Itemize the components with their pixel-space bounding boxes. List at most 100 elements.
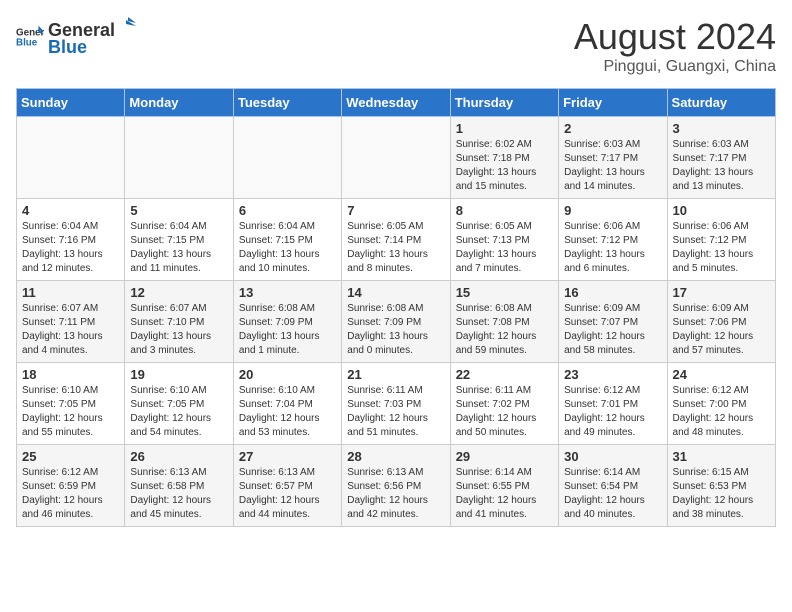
day-number: 26 — [130, 449, 227, 464]
day-number: 12 — [130, 285, 227, 300]
day-number: 19 — [130, 367, 227, 382]
weekday-header-wednesday: Wednesday — [342, 89, 450, 117]
calendar-day-27: 27 Sunrise: 6:13 AM Sunset: 6:57 PM Dayli… — [233, 445, 341, 527]
weekday-header-thursday: Thursday — [450, 89, 558, 117]
title-block: August 2024 Pinggui, Guangxi, China — [574, 16, 776, 76]
weekday-header-friday: Friday — [559, 89, 667, 117]
calendar-empty-cell — [125, 117, 233, 199]
calendar-day-7: 7 Sunrise: 6:05 AM Sunset: 7:14 PM Daylig… — [342, 199, 450, 281]
svg-text:Blue: Blue — [16, 37, 38, 48]
day-info: Sunrise: 6:12 AM Sunset: 7:00 PM Dayligh… — [673, 384, 770, 440]
calendar-day-1: 1 Sunrise: 6:02 AM Sunset: 7:18 PM Daylig… — [450, 117, 558, 199]
day-number: 5 — [130, 203, 227, 218]
day-info: Sunrise: 6:12 AM Sunset: 6:59 PM Dayligh… — [22, 466, 119, 522]
day-number: 31 — [673, 449, 770, 464]
calendar-day-28: 28Sunrise: 6:13 AM Sunset: 6:56 PM Dayli… — [342, 445, 450, 527]
day-info: Sunrise: 6:08 AM Sunset: 7:08 PM Dayligh… — [456, 302, 553, 358]
page-header: General Blue General Blue August 2024 Pi… — [16, 16, 776, 76]
calendar-empty-cell — [17, 117, 125, 199]
calendar-day-25: 25 Sunrise: 6:12 AM Sunset: 6:59 PM Dayli… — [17, 445, 125, 527]
day-number: 30 — [564, 449, 661, 464]
day-number: 9 — [564, 203, 661, 218]
calendar-title: August 2024 — [574, 16, 776, 58]
day-number: 6 — [239, 203, 336, 218]
day-info: Sunrise: 6:05 AM Sunset: 7:14 PM Dayligh… — [347, 220, 444, 276]
day-number: 22 — [456, 367, 553, 382]
day-number: 21 — [347, 367, 444, 382]
calendar-day-4: 4 Sunrise: 6:04 AM Sunset: 7:16 PM Daylig… — [17, 199, 125, 281]
day-info: Sunrise: 6:10 AM Sunset: 7:04 PM Dayligh… — [239, 384, 336, 440]
day-number: 10 — [673, 203, 770, 218]
weekday-header-sunday: Sunday — [17, 89, 125, 117]
weekday-header-monday: Monday — [125, 89, 233, 117]
day-info: Sunrise: 6:04 AM Sunset: 7:16 PM Dayligh… — [22, 220, 119, 276]
calendar-table: SundayMondayTuesdayWednesdayThursdayFrid… — [16, 88, 776, 527]
logo-bird-icon — [116, 16, 136, 36]
calendar-day-14: 14 Sunrise: 6:08 AM Sunset: 7:09 PM Dayli… — [342, 281, 450, 363]
day-info: Sunrise: 6:05 AM Sunset: 7:13 PM Dayligh… — [456, 220, 553, 276]
calendar-week-row: 18 Sunrise: 6:10 AM Sunset: 7:05 PM Dayli… — [17, 363, 776, 445]
day-number: 13 — [239, 285, 336, 300]
day-number: 23 — [564, 367, 661, 382]
day-info: Sunrise: 6:14 AM Sunset: 6:55 PM Dayligh… — [456, 466, 553, 522]
calendar-day-21: 21 Sunrise: 6:11 AM Sunset: 7:03 PM Dayli… — [342, 363, 450, 445]
day-info: Sunrise: 6:09 AM Sunset: 7:07 PM Dayligh… — [564, 302, 661, 358]
day-info: Sunrise: 6:06 AM Sunset: 7:12 PM Dayligh… — [564, 220, 661, 276]
calendar-day-11: 11Sunrise: 6:07 AM Sunset: 7:11 PM Dayli… — [17, 281, 125, 363]
calendar-week-row: 4 Sunrise: 6:04 AM Sunset: 7:16 PM Daylig… — [17, 199, 776, 281]
day-info: Sunrise: 6:07 AM Sunset: 7:10 PM Dayligh… — [130, 302, 227, 358]
calendar-week-row: 1 Sunrise: 6:02 AM Sunset: 7:18 PM Daylig… — [17, 117, 776, 199]
calendar-day-9: 9 Sunrise: 6:06 AM Sunset: 7:12 PM Daylig… — [559, 199, 667, 281]
day-number: 7 — [347, 203, 444, 218]
calendar-day-24: 24 Sunrise: 6:12 AM Sunset: 7:00 PM Dayli… — [667, 363, 775, 445]
day-info: Sunrise: 6:08 AM Sunset: 7:09 PM Dayligh… — [347, 302, 444, 358]
day-number: 16 — [564, 285, 661, 300]
calendar-day-12: 12 Sunrise: 6:07 AM Sunset: 7:10 PM Dayli… — [125, 281, 233, 363]
day-info: Sunrise: 6:10 AM Sunset: 7:05 PM Dayligh… — [130, 384, 227, 440]
day-info: Sunrise: 6:09 AM Sunset: 7:06 PM Dayligh… — [673, 302, 770, 358]
day-info: Sunrise: 6:06 AM Sunset: 7:12 PM Dayligh… — [673, 220, 770, 276]
calendar-day-8: 8 Sunrise: 6:05 AM Sunset: 7:13 PM Daylig… — [450, 199, 558, 281]
day-info: Sunrise: 6:10 AM Sunset: 7:05 PM Dayligh… — [22, 384, 119, 440]
day-number: 27 — [239, 449, 336, 464]
day-info: Sunrise: 6:12 AM Sunset: 7:01 PM Dayligh… — [564, 384, 661, 440]
calendar-day-5: 5 Sunrise: 6:04 AM Sunset: 7:15 PM Daylig… — [125, 199, 233, 281]
day-number: 17 — [673, 285, 770, 300]
day-info: Sunrise: 6:13 AM Sunset: 6:57 PM Dayligh… — [239, 466, 336, 522]
day-info: Sunrise: 6:11 AM Sunset: 7:03 PM Dayligh… — [347, 384, 444, 440]
day-info: Sunrise: 6:15 AM Sunset: 6:53 PM Dayligh… — [673, 466, 770, 522]
day-info: Sunrise: 6:04 AM Sunset: 7:15 PM Dayligh… — [239, 220, 336, 276]
calendar-day-23: 23 Sunrise: 6:12 AM Sunset: 7:01 PM Dayli… — [559, 363, 667, 445]
day-number: 20 — [239, 367, 336, 382]
calendar-week-row: 25 Sunrise: 6:12 AM Sunset: 6:59 PM Dayli… — [17, 445, 776, 527]
day-number: 24 — [673, 367, 770, 382]
calendar-day-19: 19 Sunrise: 6:10 AM Sunset: 7:05 PM Dayli… — [125, 363, 233, 445]
day-number: 14 — [347, 285, 444, 300]
day-number: 15 — [456, 285, 553, 300]
calendar-empty-cell — [233, 117, 341, 199]
day-info: Sunrise: 6:02 AM Sunset: 7:18 PM Dayligh… — [456, 138, 553, 194]
calendar-day-15: 15 Sunrise: 6:08 AM Sunset: 7:08 PM Dayli… — [450, 281, 558, 363]
day-number: 4 — [22, 203, 119, 218]
calendar-day-2: 2 Sunrise: 6:03 AM Sunset: 7:17 PM Daylig… — [559, 117, 667, 199]
day-info: Sunrise: 6:14 AM Sunset: 6:54 PM Dayligh… — [564, 466, 661, 522]
weekday-header-tuesday: Tuesday — [233, 89, 341, 117]
day-info: Sunrise: 6:03 AM Sunset: 7:17 PM Dayligh… — [673, 138, 770, 194]
day-info: Sunrise: 6:03 AM Sunset: 7:17 PM Dayligh… — [564, 138, 661, 194]
calendar-subtitle: Pinggui, Guangxi, China — [574, 58, 776, 76]
day-number: 18 — [22, 367, 119, 382]
day-number: 3 — [673, 121, 770, 136]
calendar-empty-cell — [342, 117, 450, 199]
day-number: 1 — [456, 121, 553, 136]
day-info: Sunrise: 6:08 AM Sunset: 7:09 PM Dayligh… — [239, 302, 336, 358]
calendar-day-30: 30 Sunrise: 6:14 AM Sunset: 6:54 PM Dayli… — [559, 445, 667, 527]
calendar-week-row: 11Sunrise: 6:07 AM Sunset: 7:11 PM Dayli… — [17, 281, 776, 363]
day-number: 8 — [456, 203, 553, 218]
day-number: 25 — [22, 449, 119, 464]
day-number: 2 — [564, 121, 661, 136]
day-info: Sunrise: 6:04 AM Sunset: 7:15 PM Dayligh… — [130, 220, 227, 276]
day-number: 28 — [347, 449, 444, 464]
calendar-day-31: 31 Sunrise: 6:15 AM Sunset: 6:53 PM Dayli… — [667, 445, 775, 527]
calendar-day-29: 29Sunrise: 6:14 AM Sunset: 6:55 PM Dayli… — [450, 445, 558, 527]
calendar-day-13: 13 Sunrise: 6:08 AM Sunset: 7:09 PM Dayli… — [233, 281, 341, 363]
